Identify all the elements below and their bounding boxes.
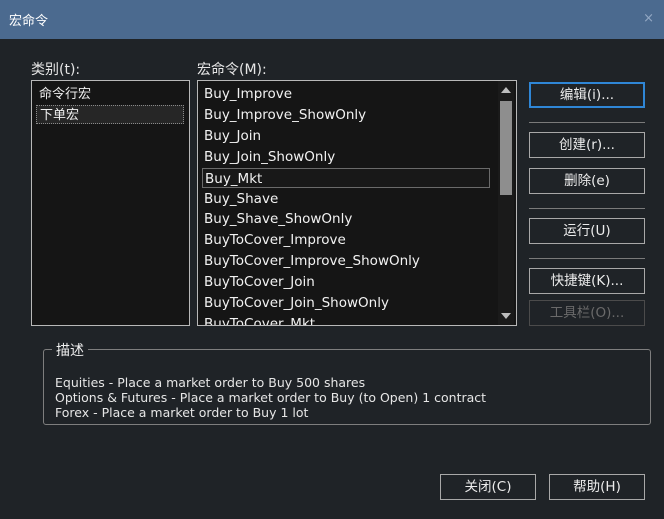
category-item[interactable]: 下单宏 bbox=[36, 105, 184, 124]
macro-item[interactable]: BuyToCover_Improve_ShowOnly bbox=[202, 251, 490, 271]
macro-item[interactable]: Buy_Join_ShowOnly bbox=[202, 147, 490, 167]
scroll-thumb[interactable] bbox=[500, 101, 512, 195]
macro-item[interactable]: Buy_Shave_ShowOnly bbox=[202, 209, 490, 229]
macro-item[interactable]: BuyToCover_Join bbox=[202, 272, 490, 292]
separator bbox=[529, 122, 645, 123]
help-button[interactable]: 帮助(H) bbox=[549, 474, 645, 500]
macro-item[interactable]: BuyToCover_Join_ShowOnly bbox=[202, 293, 490, 313]
macro-item[interactable]: Buy_Mkt bbox=[202, 167, 490, 188]
shortcut-button[interactable]: 快捷键(K)... bbox=[529, 268, 645, 294]
separator bbox=[529, 258, 645, 259]
macro-dialog: 宏命令 × 类别(t): 命令行宏 下单宏 宏命令(M): Buy_Improve… bbox=[0, 0, 664, 519]
description-line: Forex - Place a market order to Buy 1 lo… bbox=[55, 405, 309, 420]
description-line: Equities - Place a market order to Buy 5… bbox=[55, 375, 366, 390]
macro-item[interactable]: Buy_Join bbox=[202, 126, 490, 146]
description-title: 描述 bbox=[52, 340, 88, 360]
macro-item[interactable]: BuyToCover_Improve bbox=[202, 230, 490, 250]
separator bbox=[529, 208, 645, 209]
toolbar-button[interactable]: 工具栏(O)... bbox=[529, 300, 645, 326]
run-button[interactable]: 运行(U) bbox=[529, 218, 645, 244]
delete-button[interactable]: 删除(e) bbox=[529, 168, 645, 194]
category-label: 类别(t): bbox=[31, 62, 81, 78]
close-icon[interactable]: × bbox=[643, 11, 654, 26]
category-item[interactable]: 命令行宏 bbox=[36, 85, 184, 104]
macro-item[interactable]: Buy_Improve_ShowOnly bbox=[202, 105, 490, 125]
window-title: 宏命令 bbox=[9, 14, 49, 29]
create-button[interactable]: 创建(r)... bbox=[529, 132, 645, 158]
description-line: Options & Futures - Place a market order… bbox=[55, 390, 487, 405]
scroll-down-icon[interactable] bbox=[501, 313, 511, 319]
edit-button[interactable]: 编辑(i)... bbox=[529, 82, 645, 108]
close-button[interactable]: 关闭(C) bbox=[440, 474, 536, 500]
title-bar: 宏命令 × bbox=[0, 0, 664, 39]
macro-item[interactable]: Buy_Improve bbox=[202, 84, 490, 104]
macro-list-scrollbar[interactable] bbox=[498, 81, 514, 325]
category-list[interactable]: 命令行宏 下单宏 bbox=[31, 80, 190, 326]
macro-item[interactable]: Buy_Shave bbox=[202, 189, 490, 209]
macro-list[interactable]: Buy_Improve Buy_Improve_ShowOnly Buy_Join B… bbox=[197, 80, 517, 326]
scroll-up-icon[interactable] bbox=[501, 87, 511, 93]
macro-label: 宏命令(M): bbox=[197, 62, 267, 78]
macro-item[interactable]: BuyToCover_Mkt bbox=[202, 314, 490, 325]
